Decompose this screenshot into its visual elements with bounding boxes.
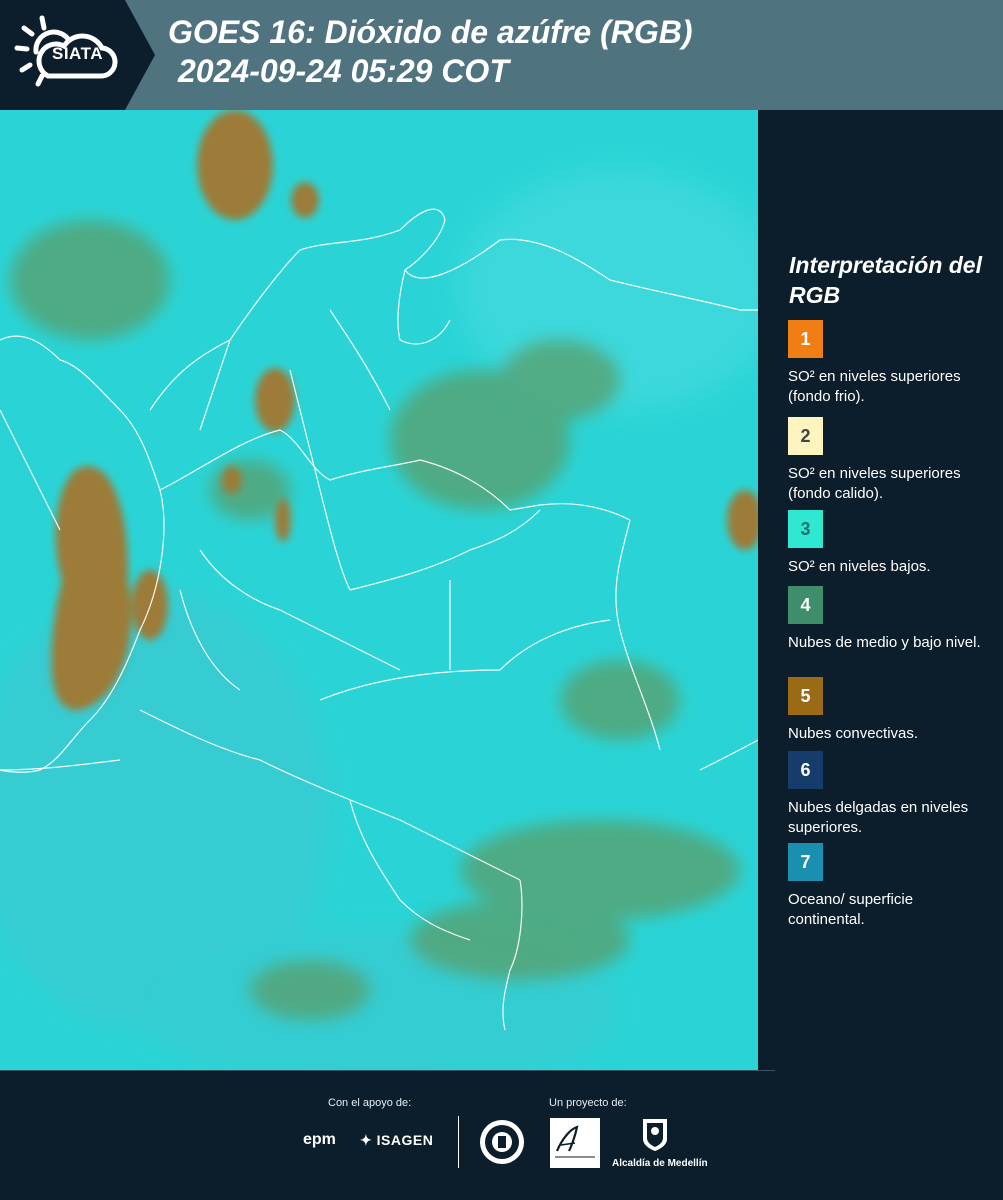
legend-swatch: 5 [788,677,823,715]
map-canvas [0,110,758,1070]
alcaldia-label: Alcaldía de Medellín [612,1158,708,1169]
area-metropolitana-logo[interactable] [549,1117,601,1169]
siata-logo[interactable]: SIATA [0,0,155,110]
timestamp: 2024-09-24 05:29 COT [178,53,509,89]
legend-label: SO² en niveles bajos. [788,558,931,575]
legend-swatch: 3 [788,510,823,548]
logo-divider [458,1116,459,1168]
legend-panel: Interpretación del RGB 1 SO² en niveles … [770,110,1003,1070]
legend-item: 2 SO² en niveles superiores (fondo calid… [788,417,993,504]
legend-item: 5 Nubes convectivas. [788,677,993,744]
project-label: Un proyecto de: [549,1097,627,1109]
header-bar: SIATA GOES 16: Dióxido de azúfre (RGB) 2… [0,0,1003,110]
legend-item: 3 SO² en niveles bajos. [788,510,993,577]
legend-label: Nubes convectivas. [788,725,919,742]
support-label: Con el apoyo de: [328,1097,412,1109]
area-logo-icon [550,1118,600,1168]
isagen-mark-icon: ✦ [360,1132,373,1148]
legend-label: Oceano/ superficie continental. [788,891,914,928]
coat-of-arms-icon[interactable] [641,1117,669,1153]
legend-title: Interpretación del RGB [789,252,982,308]
legend-swatch: 2 [788,417,823,455]
satellite-map[interactable] [0,110,758,1070]
page-title: GOES 16: Dióxido de azúfre (RGB) [168,14,693,50]
legend-label: SO² en niveles superiores (fondo frio). [788,368,961,405]
legend-swatch: 6 [788,751,823,789]
legend-item: 4 Nubes de medio y bajo nivel. [788,586,993,653]
isagen-text: ISAGEN [376,1132,434,1148]
footer-divider-line [0,1070,775,1071]
legend-swatch: 7 [788,843,823,881]
legend-item: 1 SO² en niveles superiores (fondo frio)… [788,320,993,407]
legend-label: Nubes de medio y bajo nivel. [788,634,981,651]
isagen-logo[interactable]: ✦ ISAGEN [360,1132,433,1149]
legend-item: 7 Oceano/ superficie continental. [788,843,993,930]
university-seal-icon[interactable] [478,1118,526,1166]
logo-text: SIATA [52,44,103,63]
legend-item: 6 Nubes delgadas en niveles superiores. [788,751,993,838]
legend-swatch: 1 [788,320,823,358]
epm-logo[interactable]: epm [303,1131,336,1149]
legend-swatch: 4 [788,586,823,624]
footer: Con el apoyo de: Un proyecto de: epm ✦ I… [0,1070,1003,1200]
legend-label: SO² en niveles superiores (fondo calido)… [788,465,961,502]
legend-label: Nubes delgadas en niveles superiores. [788,799,969,836]
